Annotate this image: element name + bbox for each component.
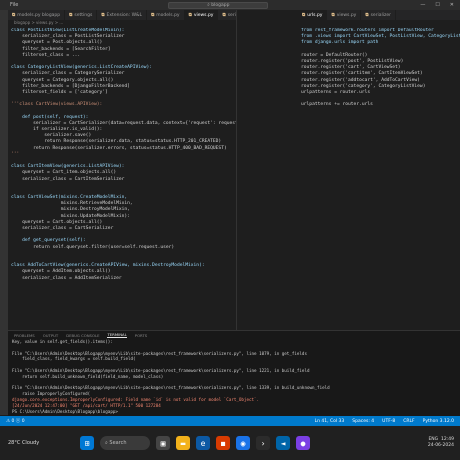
editor-tab-label: serializer [227,12,236,18]
editor-tabs-left: ⧉ models.py blogapp ⧉ settings ⧉ Extension: W… [8,10,236,20]
system-tray[interactable]: ENG 12:49 24-06-2024 [428,437,460,449]
code-editor-views[interactable]: class PostListView(ListCreateModelMixin)… [8,28,236,328]
close-button[interactable]: ✕ [450,2,454,8]
panel-tabs: PROBLEMS OUTPUT DEBUG CONSOLE TERMINAL PORTS [8,331,460,339]
panel-tab[interactable]: DEBUG CONSOLE [66,333,99,338]
terminal-line: PS C:\Users\Admin\Desktop\Blogapp\blogap… [12,408,121,414]
python-file-icon: ⧉ [69,13,73,18]
weather-widget[interactable]: 28°C Cloudy [0,440,60,446]
breadcrumb[interactable]: blogapp > views.py > ... [8,20,236,27]
panel-tab[interactable]: OUTPUT [43,333,58,338]
status-item[interactable]: CRLF [403,419,414,424]
python-file-icon: ⧉ [12,13,16,18]
python-file-icon: ⧉ [331,13,335,18]
panel-tab[interactable]: TERMINAL [107,332,127,338]
python-file-icon: ⧉ [151,13,155,18]
python-file-icon: ⧉ [222,13,226,18]
clock-date: 24-06-2024 [427,443,454,448]
terminal-icon[interactable]: › [256,436,270,450]
editor-tab[interactable]: ⧉serializer [361,10,397,20]
editor-tab[interactable]: ⧉serializer [218,10,236,20]
menu-bar: File [0,2,18,8]
task-view-icon[interactable]: ▣ [156,436,170,450]
editor-tab[interactable]: ⧉ models.py blogapp [8,10,66,20]
start-icon[interactable]: ⊞ [80,436,94,450]
terminal-output[interactable]: Key, value in self.get_fields().items():… [8,339,460,414]
file-explorer-icon[interactable]: ▬ [176,436,190,450]
editor-tab[interactable]: ⧉ views.py [184,10,219,20]
python-file-icon: ⧉ [365,13,369,18]
editor-tab-label: views.py [193,12,214,18]
bottom-panel: PROBLEMS OUTPUT DEBUG CONSOLE TERMINAL PORTS… [8,330,460,416]
editor-tab[interactable]: ⧉ urls.py [298,10,328,20]
editor-tab-label: Extension: W&L [106,12,143,18]
menu-file[interactable]: File [10,2,18,8]
editor-split-area [236,10,298,330]
office-icon[interactable]: ◼ [216,436,230,450]
title-bar: File ⌕ blogapp — ☐ ✕ [0,0,460,10]
status-item[interactable]: Spaces: 4 [352,419,374,424]
maximize-button[interactable]: ☐ [435,2,439,8]
panel-tab[interactable]: PROBLEMS [14,333,35,338]
python-file-icon: ⧉ [101,13,105,18]
minimize-button[interactable]: — [420,2,425,8]
code-line: return Response(serializer.data, status=… [11,139,222,145]
editor-tab-label: models.py [156,12,180,18]
editor-tab-label: settings [74,12,93,18]
code-line: return Response(serializer.errors, statu… [11,145,227,151]
editor-tab[interactable]: ⧉ settings [65,10,98,20]
editor-tab-label: views.py [336,12,357,18]
code-line: serializer_class = AddItemSerializer [11,275,122,281]
python-file-icon: ⧉ [188,13,192,18]
status-item[interactable]: UTF-8 [382,419,395,424]
editor-tab-label: urls.py [307,12,323,18]
edge-icon[interactable]: e [196,436,210,450]
problems-status[interactable]: ⚠ 0 ⓧ 0 [6,418,25,424]
status-bar: ⚠ 0 ⓧ 0 Ln 41, Col 33 Spaces: 4 UTF-8 CRLF P… [0,416,460,426]
app-icon[interactable]: ● [296,436,310,450]
activity-bar [0,10,8,415]
editor-tab[interactable]: ⧉ views.py [327,10,362,20]
taskbar-search[interactable]: ⌕ Search [100,436,150,450]
editor-tab[interactable]: ⧉ models.py [147,10,185,20]
clock-time: 12:49 [441,437,454,442]
windows-taskbar: 28°C Cloudy ⊞ ⌕ Search ▣ ▬ e ◼ ◉ › ◄ ● E… [0,426,460,460]
editor-tab-label: models.py blogapp [17,12,61,18]
editor-tab-label: serializer [370,12,392,18]
python-file-icon: ⧉ [302,13,306,18]
status-item[interactable]: Python 3.12.0 [423,419,454,424]
code-editor-urls[interactable]: from rest_framework.routers import Defau… [298,28,460,146]
panel-tab[interactable]: PORTS [135,333,147,338]
code-line: urlpatterns += router.urls [301,102,373,108]
status-item[interactable]: Ln 41, Col 33 [315,419,345,424]
editor-tabs-right: ⧉ urls.py ⧉ views.py ⧉ serializer [298,10,460,20]
chrome-icon[interactable]: ◉ [236,436,250,450]
language-indicator: ENG [428,437,439,442]
vscode-icon[interactable]: ◄ [276,436,290,450]
editor-tab[interactable]: ⧉ Extension: W&L [97,10,148,20]
command-center-search[interactable]: ⌕ blogapp [168,1,269,9]
